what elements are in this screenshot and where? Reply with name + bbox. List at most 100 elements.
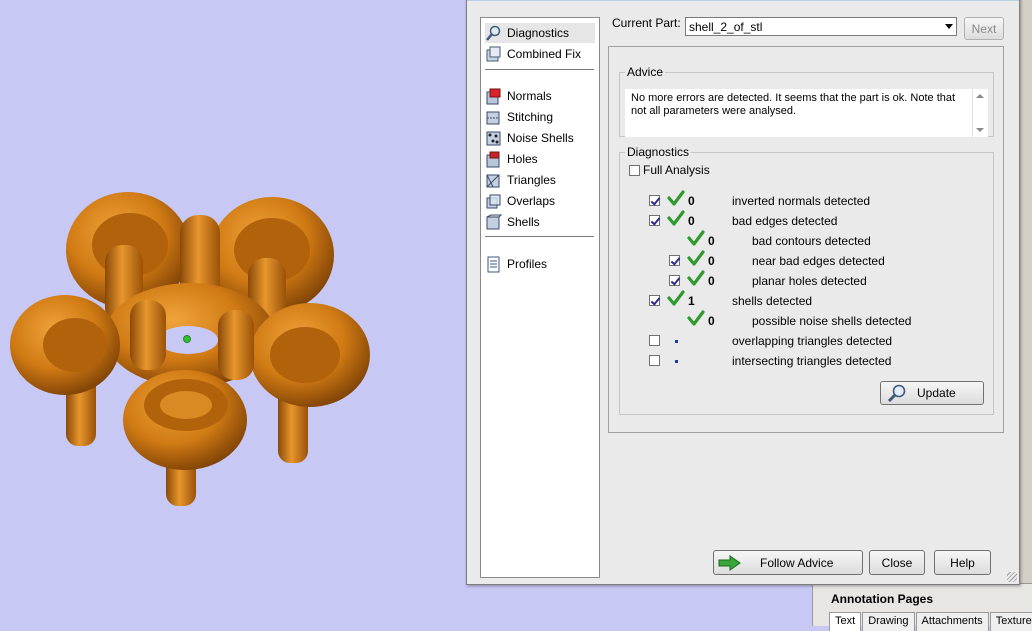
nav-divider [485, 69, 594, 70]
full-analysis-checkbox[interactable] [629, 165, 640, 176]
combined-fix-icon [486, 46, 501, 61]
nav-item-stitching[interactable]: Stitching [485, 107, 595, 127]
wizard-nav-list: Diagnostics Combined Fix Normals Stitchi… [480, 17, 600, 578]
update-label: Update [917, 386, 956, 400]
row-checkbox[interactable] [669, 255, 680, 266]
3d-viewport[interactable] [0, 0, 470, 625]
help-button[interactable]: Help [934, 550, 991, 575]
diagnostics-panel: Advice No more errors are detected. It s… [608, 46, 1004, 433]
advice-legend: Advice [627, 65, 664, 79]
advice-textbox[interactable]: No more errors are detected. It seems th… [625, 89, 988, 137]
tab-text[interactable]: Text [829, 612, 862, 631]
tab-attachments[interactable]: Attachments [915, 612, 989, 631]
row-count: 1 [688, 294, 695, 308]
not-analysed-icon [675, 340, 678, 343]
row-count: 0 [708, 314, 715, 328]
stitching-icon [486, 111, 500, 124]
row-label: inverted normals detected [732, 194, 871, 208]
profiles-icon [487, 256, 500, 272]
check-ok-icon [667, 190, 685, 206]
dialog-titlebar[interactable] [467, 0, 1019, 1]
row-count: 0 [688, 214, 695, 228]
row-label: intersecting triangles detected [732, 354, 892, 368]
nav-label: Shells [507, 215, 540, 229]
current-part-label: Current Part: [612, 16, 681, 30]
nav-label: Triangles [507, 173, 556, 187]
triangles-icon [486, 174, 500, 187]
tab-texture[interactable]: Texture [989, 612, 1032, 631]
magnifier-icon [887, 384, 906, 402]
close-button[interactable]: Close [869, 550, 925, 575]
not-analysed-icon [675, 360, 678, 363]
row-label: planar holes detected [752, 274, 867, 288]
holes-icon [486, 151, 500, 167]
nav-divider [485, 236, 594, 237]
row-label: bad contours detected [752, 234, 871, 248]
nav-item-overlaps[interactable]: Overlaps [485, 191, 595, 211]
row-count: 0 [708, 234, 715, 248]
check-ok-icon [687, 270, 705, 286]
arrow-right-icon [718, 554, 741, 571]
annotation-pages-panel: Annotation Pages Text Drawing Attachment… [812, 583, 1032, 631]
check-ok-icon [687, 250, 705, 266]
normals-icon [486, 88, 501, 104]
row-label: overlapping triangles detected [732, 334, 893, 348]
advice-scrollbar[interactable] [972, 89, 988, 137]
annotation-pages-title: Annotation Pages [831, 592, 934, 606]
noise-shells-icon [486, 131, 501, 145]
nav-label: Profiles [507, 257, 548, 271]
shells-icon [486, 214, 502, 229]
row-checkbox[interactable] [649, 195, 660, 206]
magnifier-icon [486, 25, 501, 41]
row-count: 0 [688, 194, 695, 208]
nav-item-profiles[interactable]: Profiles [485, 254, 595, 274]
nav-item-shells[interactable]: Shells [485, 212, 595, 232]
advice-group: Advice No more errors are detected. It s… [619, 65, 994, 137]
chevron-down-icon [945, 24, 953, 29]
check-ok-icon [667, 210, 685, 226]
update-button[interactable]: Update [880, 381, 984, 405]
current-part-value: shell_2_of_stl [689, 20, 763, 34]
nav-label: Combined Fix [507, 47, 582, 61]
nav-label: Holes [507, 152, 538, 166]
check-ok-icon [687, 230, 705, 246]
nav-label: Noise Shells [507, 131, 574, 145]
nav-item-combined-fix[interactable]: Combined Fix [485, 44, 595, 64]
row-label: bad edges detected [732, 214, 838, 228]
advice-text: No more errors are detected. It seems th… [631, 92, 956, 117]
check-ok-icon [667, 290, 685, 306]
row-label: shells detected [732, 294, 813, 308]
row-checkbox[interactable] [649, 335, 660, 346]
nav-item-diagnostics[interactable]: Diagnostics [485, 23, 595, 43]
follow-advice-button[interactable]: Follow Advice [713, 550, 863, 575]
scroll-up-icon[interactable] [976, 94, 984, 98]
full-analysis-label: Full Analysis [643, 163, 710, 177]
row-label: near bad edges detected [752, 254, 885, 268]
tab-drawing[interactable]: Drawing [862, 612, 915, 631]
nav-label: Stitching [507, 110, 554, 124]
nav-item-normals[interactable]: Normals [485, 86, 595, 106]
nav-item-triangles[interactable]: Triangles [485, 170, 595, 190]
row-label: possible noise shells detected [752, 314, 912, 328]
row-count: 0 [708, 274, 715, 288]
annotation-tabs: Text Drawing Attachments Texture [829, 612, 1032, 631]
row-checkbox[interactable] [669, 275, 680, 286]
next-button[interactable]: Next [964, 17, 1004, 40]
nav-label: Diagnostics [507, 26, 570, 40]
check-ok-icon [687, 310, 705, 326]
scroll-down-icon[interactable] [976, 128, 984, 132]
part-model[interactable] [0, 0, 470, 625]
resize-grip[interactable] [1007, 572, 1017, 582]
row-checkbox[interactable] [649, 215, 660, 226]
row-count: 0 [708, 254, 715, 268]
current-part-select[interactable]: shell_2_of_stl [685, 17, 957, 36]
nav-label: Normals [507, 89, 552, 103]
nav-item-holes[interactable]: Holes [485, 149, 595, 169]
nav-item-noise-shells[interactable]: Noise Shells [485, 128, 595, 148]
overlaps-icon [486, 194, 501, 208]
diagnostics-legend: Diagnostics [627, 145, 690, 159]
row-checkbox[interactable] [649, 355, 660, 366]
row-checkbox[interactable] [649, 295, 660, 306]
fix-wizard-dialog: Diagnostics Combined Fix Normals Stitchi… [466, 0, 1020, 585]
follow-advice-label: Follow Advice [760, 555, 834, 570]
